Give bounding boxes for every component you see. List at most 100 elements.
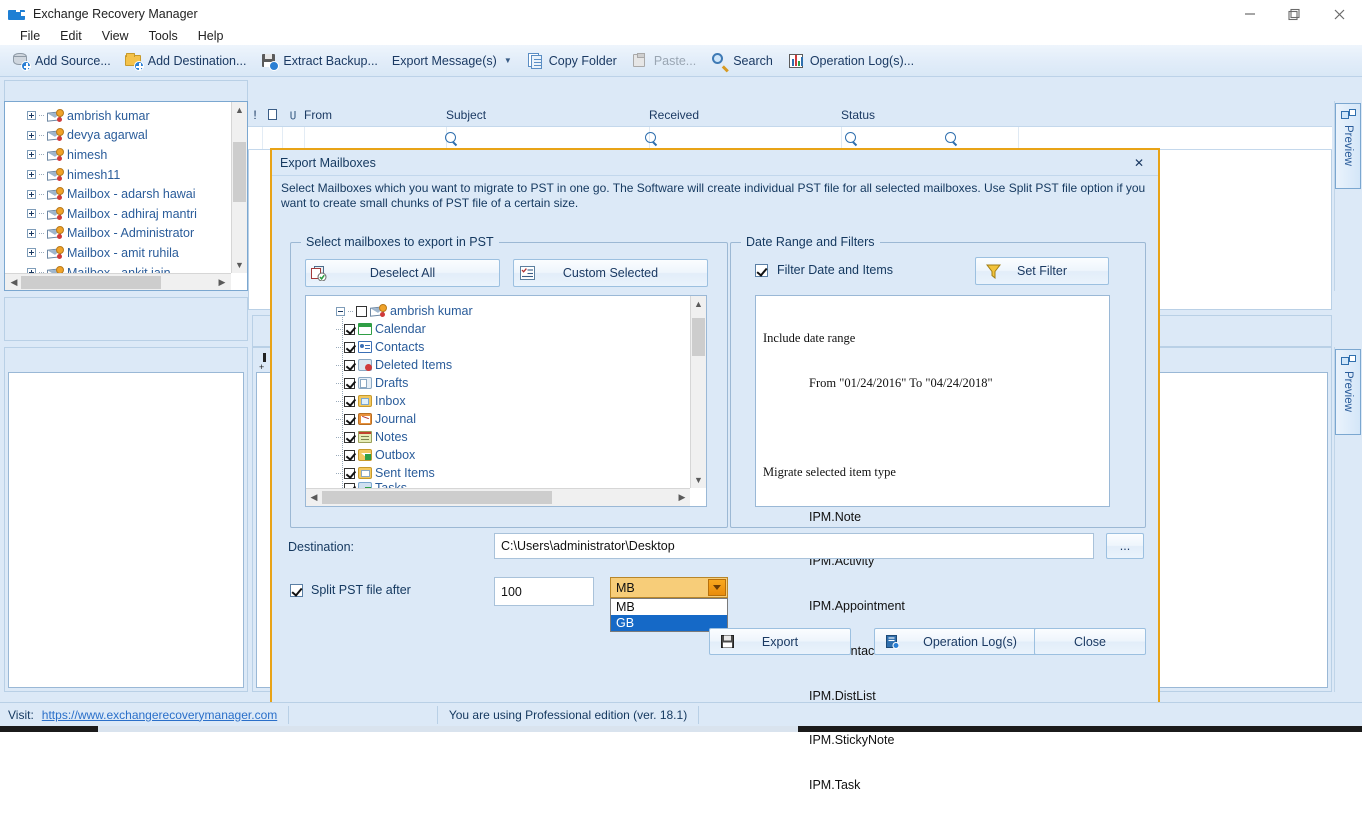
- status-website-link[interactable]: https://www.exchangerecoverymanager.com: [42, 708, 277, 722]
- root-checkbox[interactable]: [356, 305, 367, 317]
- tree-row-contacts[interactable]: Contacts: [306, 338, 706, 356]
- menu-tools[interactable]: Tools: [139, 28, 188, 45]
- search-status-icon[interactable]: [945, 132, 956, 143]
- deselect-all-button[interactable]: Deselect All: [305, 259, 500, 287]
- scroll-down-icon[interactable]: ▼: [691, 472, 706, 488]
- search-subject-icon[interactable]: [645, 132, 656, 143]
- expand-icon[interactable]: [27, 189, 36, 199]
- column-from[interactable]: From: [304, 108, 446, 122]
- folder-tree-horizontal-scrollbar[interactable]: ◀ ▶: [306, 488, 690, 506]
- folder-checkbox[interactable]: [344, 431, 355, 443]
- destination-input[interactable]: C:\Users\administrator\Desktop: [494, 533, 1094, 559]
- browse-destination-button[interactable]: ...: [1106, 533, 1144, 559]
- expand-icon[interactable]: [27, 150, 36, 160]
- expand-icon[interactable]: [27, 248, 36, 258]
- search-from-icon[interactable]: [445, 132, 456, 143]
- sidebar-vertical-scrollbar[interactable]: ▲ ▼: [231, 102, 247, 273]
- filter-date-items-checkbox-row[interactable]: Filter Date and Items: [755, 263, 893, 277]
- folder-checkbox[interactable]: [344, 467, 355, 479]
- toolbar-extract-backup[interactable]: Extract Backup...: [254, 48, 383, 74]
- scroll-down-icon[interactable]: ▼: [232, 257, 247, 273]
- expand-icon[interactable]: [27, 170, 36, 180]
- expand-icon[interactable]: [27, 130, 36, 140]
- tree-row-calendar[interactable]: Calendar: [306, 320, 706, 338]
- tree-row-deleted-items[interactable]: Deleted Items: [306, 356, 706, 374]
- sidebar-item-1[interactable]: devya agarwal: [5, 126, 231, 146]
- scrollbar-thumb[interactable]: [322, 491, 552, 504]
- scrollbar-thumb[interactable]: [692, 318, 705, 356]
- sidebar-item-7[interactable]: Mailbox - amit ruhila: [5, 243, 231, 263]
- scroll-right-icon[interactable]: ▶: [214, 277, 230, 288]
- dialog-close-icon[interactable]: ✕: [1128, 153, 1150, 173]
- split-size-input[interactable]: 100: [494, 577, 594, 606]
- folder-checkbox[interactable]: [344, 359, 355, 371]
- tree-row-root[interactable]: ambrish kumar: [306, 302, 706, 320]
- folder-checkbox[interactable]: [344, 449, 355, 461]
- tree-row-drafts[interactable]: Drafts: [306, 374, 706, 392]
- folder-tree-vertical-scrollbar[interactable]: ▲ ▼: [690, 296, 706, 488]
- folder-checkbox[interactable]: [344, 377, 355, 389]
- scroll-left-icon[interactable]: ◀: [6, 277, 22, 288]
- close-button[interactable]: Close: [1034, 628, 1146, 655]
- close-icon[interactable]: [1317, 0, 1362, 28]
- tree-row-notes[interactable]: Notes: [306, 428, 706, 446]
- search-received-icon[interactable]: [845, 132, 856, 143]
- preview-tab-top[interactable]: Preview: [1335, 103, 1361, 189]
- menu-help[interactable]: Help: [188, 28, 234, 45]
- sidebar-item-5[interactable]: Mailbox - adhiraj mantri: [5, 204, 231, 224]
- tree-row-journal[interactable]: Journal: [306, 410, 706, 428]
- toolbar-search[interactable]: Search: [704, 48, 779, 74]
- split-pst-checkbox[interactable]: [290, 583, 303, 597]
- split-unit-combobox[interactable]: MB: [610, 577, 728, 598]
- sidebar-item-8[interactable]: Mailbox - ankit jain: [5, 263, 231, 273]
- split-unit-option-mb[interactable]: MB: [611, 599, 727, 615]
- column-received[interactable]: Received: [649, 108, 841, 122]
- sidebar-horizontal-scrollbar[interactable]: ◀ ▶: [5, 273, 231, 290]
- toolbar-export-messages[interactable]: Export Message(s) ▼: [386, 48, 518, 74]
- filter-date-items-checkbox[interactable]: [755, 263, 768, 277]
- custom-selected-button[interactable]: Custom Selected: [513, 259, 708, 287]
- scroll-up-icon[interactable]: ▲: [232, 102, 247, 118]
- toolbar-paste[interactable]: Paste...: [625, 48, 702, 74]
- scroll-right-icon[interactable]: ▶: [674, 492, 690, 503]
- collapse-icon[interactable]: [336, 306, 345, 316]
- split-pst-checkbox-row[interactable]: Split PST file after: [290, 583, 411, 597]
- folder-checkbox[interactable]: [344, 395, 355, 407]
- expand-icon[interactable]: [27, 111, 36, 121]
- menu-file[interactable]: File: [10, 28, 50, 45]
- sidebar-item-0[interactable]: ambrish kumar: [5, 106, 231, 126]
- column-status[interactable]: Status: [841, 108, 1041, 122]
- tree-row-outbox[interactable]: Outbox: [306, 446, 706, 464]
- set-filter-button[interactable]: Set Filter: [975, 257, 1109, 285]
- expand-icon[interactable]: [27, 228, 36, 238]
- sidebar-item-2[interactable]: himesh: [5, 145, 231, 165]
- folder-checkbox[interactable]: [344, 413, 355, 425]
- sidebar-item-3[interactable]: himesh11: [5, 165, 231, 185]
- funnel-icon: [976, 264, 1010, 279]
- toolbar-add-destination[interactable]: Add Destination...: [119, 48, 253, 74]
- tree-row-sent-items[interactable]: Sent Items: [306, 464, 706, 482]
- scroll-up-icon[interactable]: ▲: [691, 296, 706, 312]
- maximize-icon[interactable]: [1272, 0, 1317, 28]
- toolbar-add-source[interactable]: Add Source...: [6, 48, 117, 74]
- folder-checkbox[interactable]: [344, 341, 355, 353]
- sidebar-item-4[interactable]: Mailbox - adarsh hawai: [5, 184, 231, 204]
- chevron-down-icon[interactable]: [708, 579, 726, 596]
- sidebar-item-6[interactable]: Mailbox - Administrator: [5, 224, 231, 244]
- preview-tab-bottom[interactable]: Preview: [1335, 349, 1361, 435]
- column-subject[interactable]: Subject: [446, 108, 649, 122]
- tree-row-inbox[interactable]: Inbox: [306, 392, 706, 410]
- scrollbar-thumb[interactable]: [233, 142, 246, 202]
- menu-view[interactable]: View: [92, 28, 139, 45]
- folder-checkbox[interactable]: [344, 323, 355, 335]
- export-button[interactable]: Export: [709, 628, 851, 655]
- expand-icon[interactable]: [27, 209, 36, 219]
- toolbar-operation-logs[interactable]: Operation Log(s)...: [781, 48, 920, 74]
- toolbar-copy-folder[interactable]: Copy Folder: [520, 48, 623, 74]
- menu-edit[interactable]: Edit: [50, 28, 92, 45]
- scroll-left-icon[interactable]: ◀: [306, 492, 322, 503]
- scrollbar-thumb[interactable]: [21, 276, 161, 289]
- split-unit-dropdown-list[interactable]: MB GB: [610, 598, 728, 632]
- minimize-icon[interactable]: [1227, 0, 1272, 28]
- chevron-down-icon[interactable]: ▼: [504, 56, 512, 65]
